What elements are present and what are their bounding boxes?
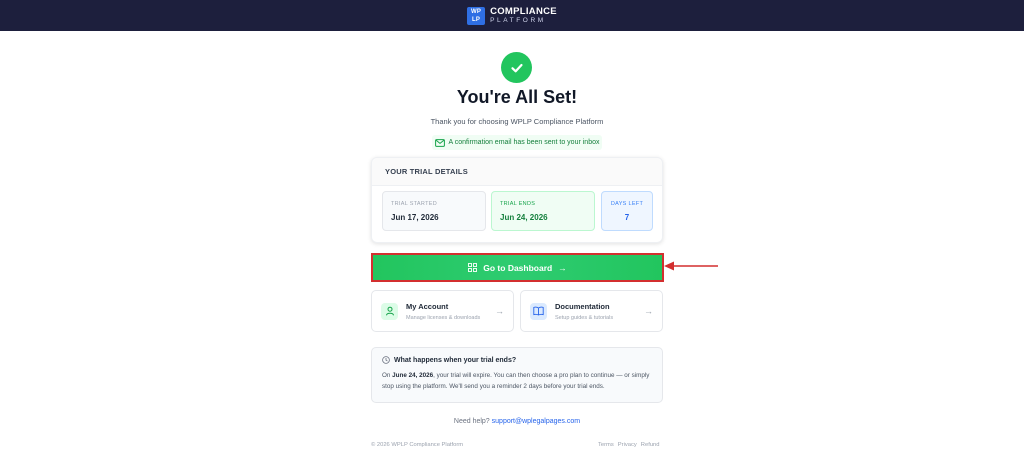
user-icon: [381, 302, 398, 320]
copyright: © 2026 WPLP Compliance Platform: [371, 442, 464, 448]
arrow-right-icon: →: [558, 262, 567, 273]
info-body: On June 24, 2026, your trial will expire…: [382, 370, 652, 392]
footer-refund-link[interactable]: Refund: [641, 442, 660, 448]
trial-ends-value: Jun 24, 2026: [500, 213, 548, 222]
logo-mark-top: WP: [471, 8, 482, 15]
book-icon: [530, 302, 547, 320]
footer-links: Terms Privacy Refund: [598, 442, 660, 448]
support-email-link[interactable]: support@wplegalpages.com: [492, 418, 580, 425]
trial-ends-tile: TRIAL ENDS Jun 24, 2026: [491, 191, 595, 231]
trial-details-card: YOUR TRIAL DETAILS TRIAL STARTED Jun 17,…: [371, 157, 663, 243]
mail-icon: [434, 138, 445, 147]
trial-started-tile: TRIAL STARTED Jun 17, 2026: [382, 191, 486, 231]
trial-started-value: Jun 17, 2026: [391, 213, 439, 222]
days-left-value: 7: [624, 213, 630, 222]
logo[interactable]: WP LP COMPLIANCE PLATFORM: [467, 6, 557, 25]
logo-mark-bottom: LP: [472, 16, 481, 23]
go-to-dashboard-button[interactable]: Go to Dashboard →: [371, 253, 664, 282]
logo-mark: WP LP: [467, 6, 486, 25]
help-line: Need help? support@wplegalpages.com: [0, 418, 1024, 425]
documentation-subtitle: Setup guides & tutorials: [555, 314, 614, 321]
trial-started-label: TRIAL STARTED: [391, 201, 437, 207]
footer-privacy-link[interactable]: Privacy: [618, 442, 637, 448]
info-body-date: June 24, 2026: [392, 372, 434, 379]
footer-terms-link[interactable]: Terms: [598, 442, 614, 448]
grid-icon: [468, 263, 478, 272]
page-subtitle: Thank you for choosing WPLP Compliance P…: [430, 117, 604, 126]
help-prefix: Need help?: [453, 418, 490, 425]
arrow-right-icon: →: [644, 306, 653, 316]
my-account-title: My Account: [406, 301, 449, 311]
my-account-card[interactable]: My Account Manage licenses & downloads →: [371, 290, 514, 332]
trial-ends-label: TRIAL ENDS: [500, 201, 536, 207]
top-bar: WP LP COMPLIANCE PLATFORM: [0, 0, 1024, 31]
info-body-prefix: On: [382, 372, 393, 379]
documentation-title: Documentation: [555, 301, 610, 311]
logo-text: COMPLIANCE PLATFORM: [490, 7, 557, 24]
brand-line2: PLATFORM: [490, 16, 546, 24]
page-title: You're All Set!: [456, 87, 578, 107]
go-to-dashboard-label: Go to Dashboard: [483, 262, 553, 273]
success-check-icon: [501, 52, 532, 83]
days-left-tile: DAYS LEFT 7: [601, 191, 653, 231]
trial-end-info-box: What happens when your trial ends? On Ju…: [371, 347, 663, 403]
confirmation-banner: A confirmation email has been sent to yo…: [432, 135, 602, 150]
clock-icon: [382, 356, 390, 364]
annotation-arrow-icon: [664, 261, 718, 271]
brand-line1: COMPLIANCE: [490, 6, 557, 17]
documentation-card[interactable]: Documentation Setup guides & tutorials →: [520, 290, 663, 332]
info-heading: What happens when your trial ends?: [394, 356, 517, 364]
days-left-label: DAYS LEFT: [610, 201, 644, 207]
my-account-subtitle: Manage licenses & downloads: [406, 314, 481, 321]
trial-details-heading: YOUR TRIAL DETAILS: [372, 158, 662, 186]
arrow-right-icon: →: [495, 306, 504, 316]
confirmation-text: A confirmation email has been sent to yo…: [448, 139, 600, 146]
